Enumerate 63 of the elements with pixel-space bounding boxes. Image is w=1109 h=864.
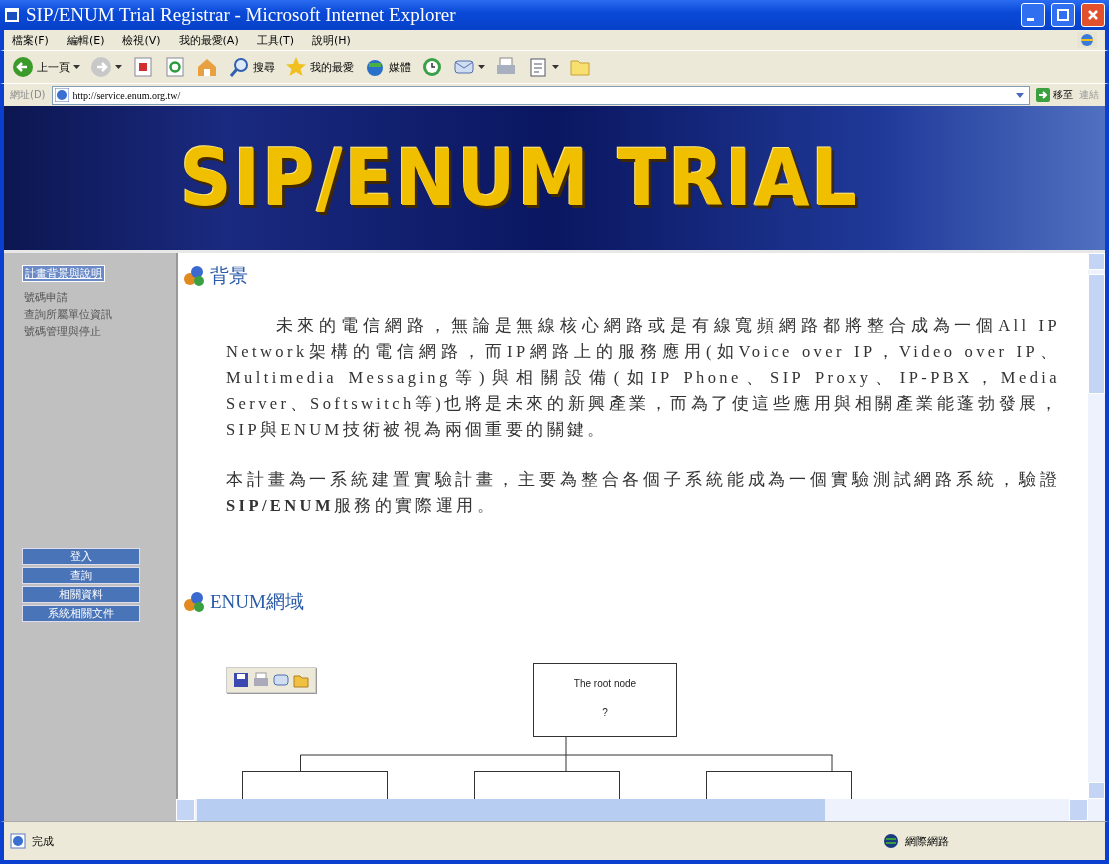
go-button[interactable]: 移至	[1036, 88, 1073, 102]
clock-icon	[421, 56, 443, 78]
paragraph: 本計畫為一系統建置實驗計畫，主要為整合各個子系統能成為一個實驗測試網路系統，驗證SIP/ENUM服務的實際運用。	[226, 469, 1060, 517]
address-label: 網址(D)	[10, 88, 46, 102]
dropdown-arrow-icon	[478, 64, 485, 70]
window-title: SIP/ENUM Trial Registrar - Microsoft Internet Explorer	[26, 4, 457, 26]
node-value: ?	[601, 707, 609, 718]
house-icon	[196, 56, 218, 78]
search-button[interactable]: 搜尋	[228, 56, 275, 78]
stop-icon	[132, 56, 154, 78]
menu-item[interactable]: 檢視(V)	[122, 32, 161, 48]
sidebar-button[interactable]: 查詢	[22, 567, 140, 584]
sidebar-button[interactable]: 登入	[22, 548, 140, 565]
refresh-icon	[164, 56, 186, 78]
sidebar-button[interactable]: 系統相關文件	[22, 605, 140, 622]
menu-item[interactable]: 我的最愛(A)	[178, 32, 239, 48]
sidebar-link[interactable]: 號碼管理與停止	[22, 324, 103, 339]
search-icon	[228, 56, 250, 78]
close-icon	[1087, 9, 1099, 21]
sidebar-button[interactable]: 相關資料	[22, 586, 140, 603]
folder-icon	[293, 672, 309, 688]
maximize-icon	[1057, 9, 1069, 21]
close-button[interactable]	[1081, 3, 1105, 27]
document-icon	[527, 56, 549, 78]
globe-icon	[883, 833, 899, 849]
menu-item[interactable]: 說明(H)	[312, 32, 351, 48]
sidebar-link[interactable]: 查詢所屬單位資訊	[22, 307, 114, 322]
vertical-scrollbar[interactable]	[1088, 253, 1105, 799]
save-icon	[233, 672, 249, 688]
menu-item[interactable]: 工具(T)	[256, 32, 294, 48]
minimize-button[interactable]	[1021, 3, 1045, 27]
zone-text: 網際網路	[905, 833, 949, 849]
favorites-button[interactable]: 我的最愛	[285, 56, 354, 78]
printer-icon	[253, 672, 269, 688]
dropdown-arrow-icon	[115, 64, 122, 70]
section-heading: 背景	[210, 264, 248, 288]
home-button[interactable]	[196, 56, 218, 78]
star-icon	[285, 56, 307, 78]
refresh-button[interactable]	[164, 56, 186, 78]
menu-item[interactable]: 檔案(F)	[12, 32, 49, 48]
media-button[interactable]: 媒體	[364, 56, 411, 78]
paragraph: 未來的電信網路，無論是無線核心網路或是有線寬頻網路都將整合成為一個All IP Network架構的電信網路，而IP網路上的服務應用(如Voice over IP，Video over IP、Multimedia Messaging等)與相關設備(如IP Phone、SIP Proxy、IP-PBX，Media Server、Softswitch等)也將是未來的新興產業，而為了使這些應用與相關產業能蓬勃發展，SIP與ENUM技術被視為兩個重要的關鍵。	[226, 315, 1060, 441]
node-title: The root node	[572, 678, 638, 689]
edit-button[interactable]	[527, 56, 559, 78]
menu-item[interactable]: 編輯(E)	[66, 32, 105, 48]
page-icon	[54, 88, 69, 102]
status-text: 完成	[32, 833, 54, 849]
window-icon	[4, 7, 20, 23]
maximize-button[interactable]	[1051, 3, 1075, 27]
back-button[interactable]: 上一頁	[12, 56, 80, 78]
address-field[interactable]: http://service.enum.org.tw/	[51, 85, 1030, 105]
banner-title: SIP/ENUM TRIAL	[180, 133, 859, 223]
go-arrow-icon	[1036, 88, 1050, 102]
dropdown-arrow-icon	[73, 64, 80, 70]
stop-button[interactable]	[132, 56, 154, 78]
sidebar-link[interactable]: 號碼申請	[22, 290, 70, 305]
horizontal-scrollbar[interactable]	[176, 799, 1105, 821]
minimize-icon	[1026, 17, 1034, 21]
page-icon	[10, 833, 26, 849]
forward-button[interactable]	[90, 56, 122, 78]
dropdown-arrow-icon	[552, 64, 559, 70]
history-button[interactable]	[421, 56, 443, 78]
section-heading: ENUM網域	[210, 590, 304, 614]
